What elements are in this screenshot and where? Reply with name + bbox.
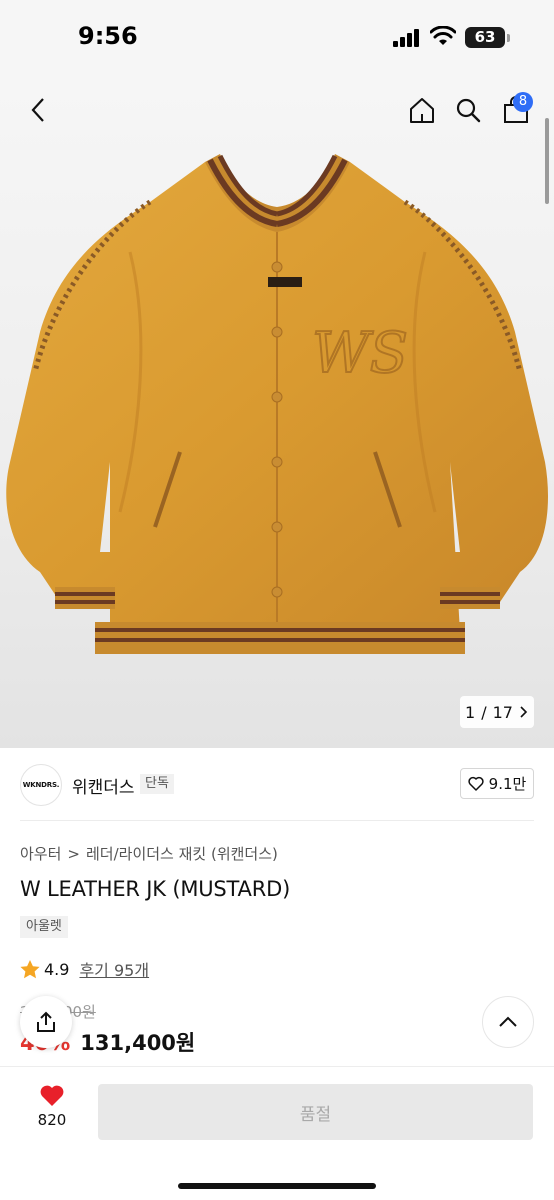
brand-logo[interactable]: WKNDRS. — [20, 764, 62, 806]
brand-logo-text: WKNDRS. — [22, 781, 60, 789]
home-indicator — [178, 1183, 376, 1189]
gallery-total: 17 — [492, 702, 513, 722]
gallery-counter[interactable]: 1 / 17 — [460, 696, 534, 728]
rating-row: 4.9 후기 95개 — [20, 957, 149, 981]
exclusive-badge: 단독 — [140, 774, 174, 794]
gallery-current: 1 — [465, 702, 476, 722]
scroll-top-button[interactable] — [482, 996, 534, 1048]
share-button[interactable] — [20, 996, 72, 1048]
search-button[interactable] — [450, 92, 486, 128]
product-gallery[interactable]: WS 1 / 17 — [0, 76, 554, 748]
home-button[interactable] — [404, 92, 440, 128]
product-title: W LEATHER JK (MUSTARD) — [20, 877, 291, 901]
status-bar: 9:56 63 — [0, 0, 554, 76]
breadcrumb-subcategory[interactable]: 레더/라이더스 재킷 (위캔더스) — [86, 843, 278, 864]
sale-price: 131,400원 — [80, 1031, 196, 1055]
search-icon — [456, 98, 481, 123]
cart-count-badge: 8 — [513, 92, 533, 112]
star-icon — [20, 959, 40, 978]
reviews-link[interactable]: 후기 95개 — [79, 957, 149, 981]
status-time: 9:56 — [78, 22, 138, 50]
breadcrumb: 아우터 > 레더/라이더스 재킷 (위캔더스) — [20, 843, 278, 864]
heart-outline-icon — [468, 776, 484, 791]
chevron-right-icon — [520, 706, 528, 718]
divider — [20, 820, 534, 821]
brand-like-count: 9.1만 — [488, 775, 527, 793]
breadcrumb-separator: > — [67, 844, 80, 863]
scrollbar[interactable] — [545, 118, 549, 204]
product-image-jacket: WS — [6, 154, 549, 654]
wifi-icon — [430, 26, 456, 45]
breadcrumb-category[interactable]: 아우터 — [20, 843, 61, 864]
wishlist-button[interactable]: 820 — [22, 1084, 82, 1140]
chevron-up-icon — [499, 1016, 517, 1027]
heart-filled-icon — [40, 1085, 64, 1106]
svg-text:WS: WS — [312, 321, 408, 386]
home-icon — [410, 98, 434, 123]
battery-level: 63 — [474, 28, 496, 46]
gallery-separator: / — [481, 702, 487, 722]
back-button[interactable] — [20, 92, 56, 128]
chevron-left-icon — [31, 98, 44, 122]
brand-name-link[interactable]: 위캔더스 — [72, 773, 135, 798]
soldout-button[interactable]: 품절 — [98, 1084, 533, 1140]
brand-like-button[interactable]: 9.1만 — [460, 768, 534, 799]
share-icon — [37, 1011, 55, 1032]
battery-cap — [507, 34, 510, 42]
wishlist-count: 820 — [37, 1111, 67, 1129]
rating-score: 4.9 — [44, 959, 70, 979]
battery-icon: 63 — [465, 27, 505, 48]
cellular-signal-icon — [393, 29, 419, 47]
outlet-badge: 아울렛 — [20, 916, 68, 938]
